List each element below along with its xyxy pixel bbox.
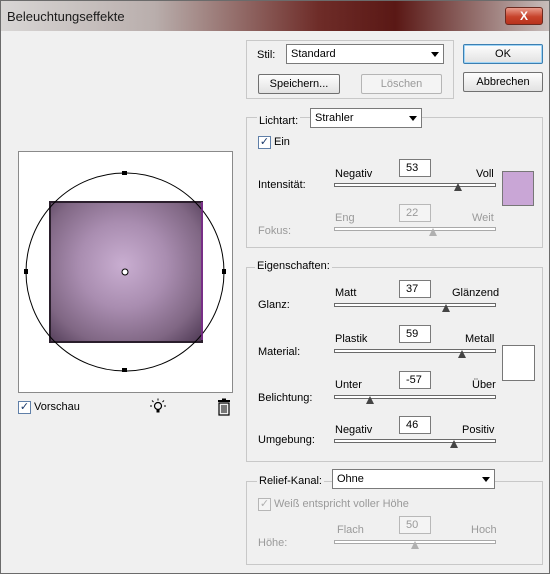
ambience-label: Umgebung: (258, 434, 315, 446)
material-slider-track[interactable] (334, 349, 496, 353)
focus-min-label: Eng (335, 212, 355, 224)
focus-slider-track[interactable] (334, 227, 496, 231)
material-max-label: Metall (465, 333, 495, 345)
intensity-max-label: Voll (476, 168, 494, 180)
focus-label: Fokus: (258, 225, 292, 237)
chevron-down-icon (409, 116, 417, 121)
chevron-down-icon (482, 477, 490, 482)
intensity-slider-thumb[interactable] (454, 183, 462, 192)
ambience-max-label: Positiv (462, 424, 495, 436)
focus-value-field[interactable]: 22 (399, 204, 431, 222)
chevron-down-icon (431, 52, 439, 57)
intensity-min-label: Negativ (335, 168, 373, 180)
texture-group (246, 481, 543, 565)
height-label: Höhe: (258, 537, 288, 549)
style-select[interactable]: Standard (286, 44, 444, 64)
properties-section-label: Eigenschaften: (255, 260, 332, 272)
exposure-label: Belichtung: (258, 392, 313, 404)
height-value-field[interactable]: 50 (399, 516, 431, 534)
dialog-body: Stil: Standard Speichern... Löschen OK A… (5, 31, 545, 569)
exposure-min-label: Unter (335, 379, 362, 391)
material-slider-thumb[interactable] (458, 350, 466, 359)
gloss-slider-track[interactable] (334, 303, 496, 307)
gloss-label: Glanz: (258, 299, 290, 311)
ambience-min-label: Negativ (335, 424, 373, 436)
title-bar[interactable]: Beleuchtungseffekte X (1, 1, 549, 31)
material-value-field[interactable]: 59 (399, 325, 431, 343)
texture-channel-select-value: Ohne (337, 473, 364, 485)
intensity-value-field[interactable]: 53 (399, 159, 431, 177)
light-ellipse-handle[interactable] (19, 152, 233, 393)
light-color-swatch[interactable] (502, 171, 534, 206)
trash-icon[interactable] (216, 398, 232, 416)
white-is-high-label: Weiß entspricht voller Höhe (274, 498, 409, 510)
intensity-slider-track[interactable] (334, 183, 496, 187)
gloss-max-label: Glänzend (452, 287, 500, 299)
gloss-value-field[interactable]: 37 (399, 280, 431, 298)
ambience-slider-thumb[interactable] (450, 440, 458, 449)
height-max-label: Hoch (471, 524, 497, 536)
texture-channel-select[interactable]: Ohne (332, 469, 495, 489)
ambience-slider-track[interactable] (334, 439, 496, 443)
texture-channel-label: Relief-Kanal: (257, 475, 324, 487)
cancel-button[interactable]: Abbrechen (463, 72, 543, 92)
ok-button[interactable]: OK (463, 44, 543, 64)
preview-checkbox[interactable]: ✓ (18, 401, 31, 414)
height-min-label: Flach (337, 524, 364, 536)
exposure-value-field[interactable]: -57 (399, 371, 431, 389)
window-title: Beleuchtungseffekte (7, 9, 125, 24)
gloss-min-label: Matt (335, 287, 357, 299)
material-color-swatch[interactable] (502, 345, 535, 381)
light-type-select-value: Strahler (315, 112, 354, 124)
light-on-label: Ein (274, 136, 290, 148)
save-style-button[interactable]: Speichern... (258, 74, 340, 94)
exposure-slider-track[interactable] (334, 395, 496, 399)
exposure-max-label: Über (472, 379, 496, 391)
style-label: Stil: (257, 49, 276, 61)
lighting-effects-dialog: Beleuchtungseffekte X Stil: Standard Spe… (0, 0, 550, 574)
light-type-label: Lichtart: (257, 115, 301, 127)
preview-canvas[interactable] (18, 151, 233, 393)
material-min-label: Plastik (335, 333, 368, 345)
exposure-slider-thumb[interactable] (366, 396, 374, 405)
close-button[interactable]: X (505, 7, 543, 25)
focus-max-label: Weit (472, 212, 494, 224)
height-slider-thumb[interactable] (411, 541, 419, 550)
ambience-value-field[interactable]: 46 (399, 416, 431, 434)
gloss-slider-thumb[interactable] (442, 304, 450, 313)
delete-style-button[interactable]: Löschen (361, 74, 442, 94)
light-bulb-icon[interactable] (149, 398, 167, 416)
material-label: Material: (258, 346, 301, 358)
focus-slider-thumb[interactable] (429, 228, 437, 237)
white-is-high-checkbox[interactable]: ✓ (258, 498, 271, 511)
light-type-select[interactable]: Strahler (310, 108, 422, 128)
preview-label: Vorschau (34, 401, 80, 413)
style-select-value: Standard (291, 48, 336, 60)
light-on-checkbox[interactable]: ✓ (258, 136, 271, 149)
intensity-label: Intensität: (258, 179, 306, 191)
